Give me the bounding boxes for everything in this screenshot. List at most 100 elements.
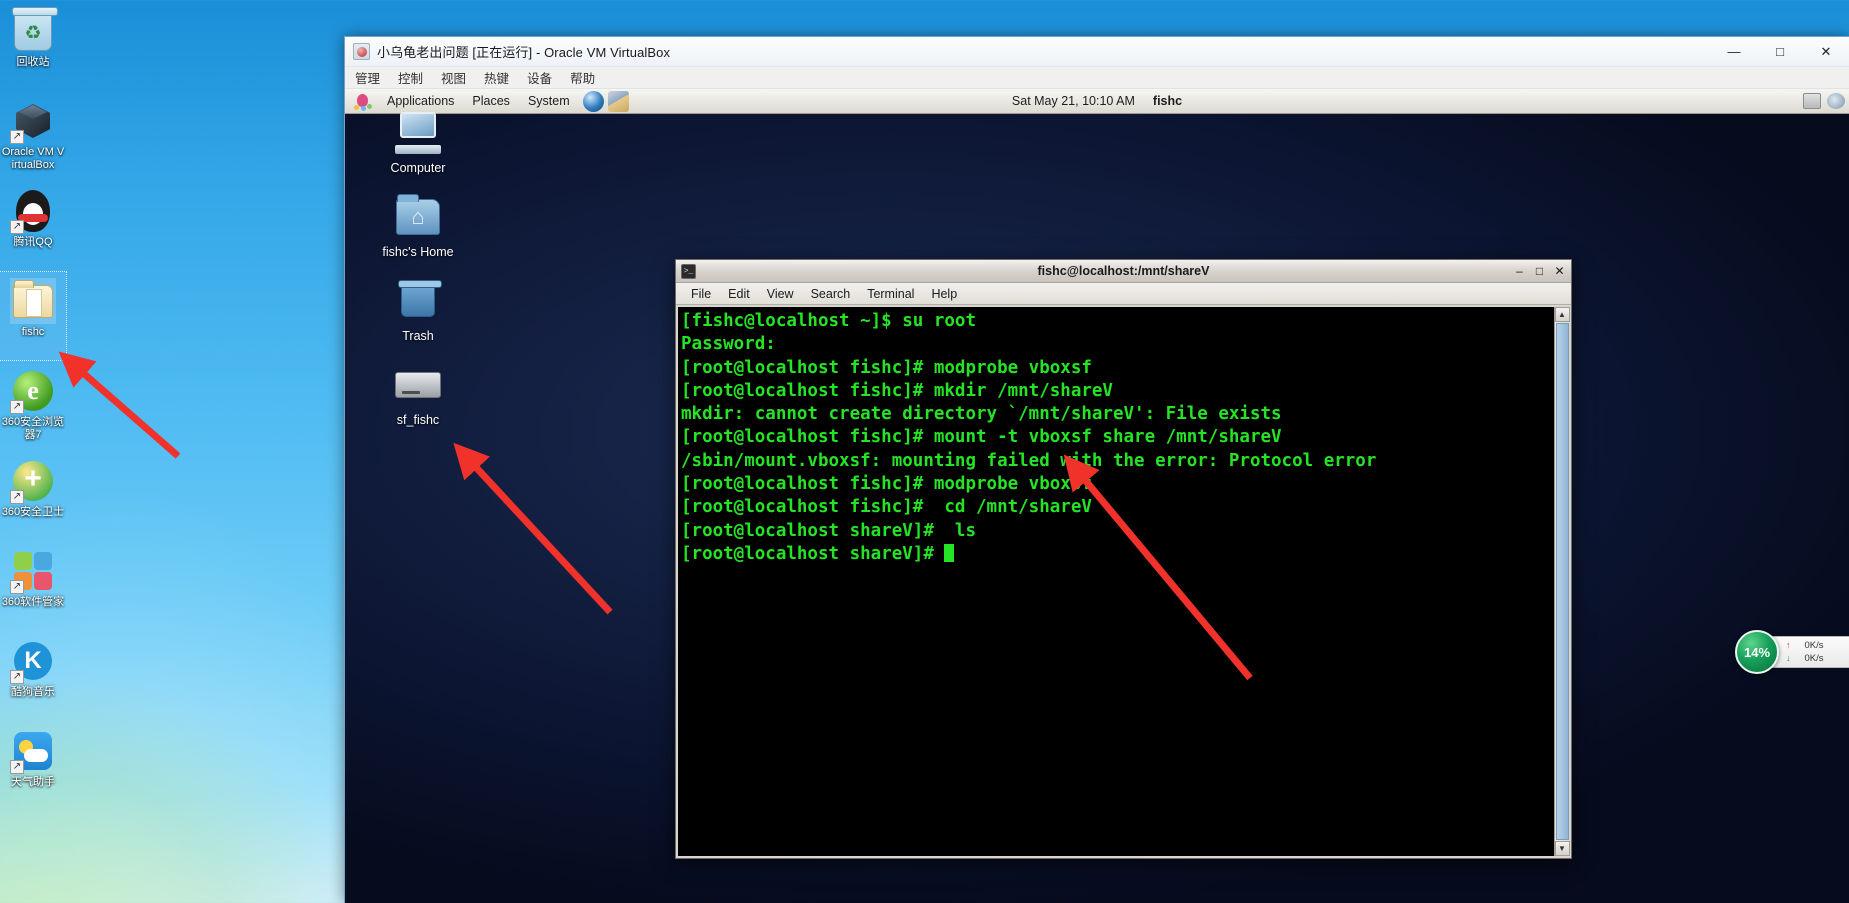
gnome-desktop-icons: Computer fishc's Home Trash sf_fishc — [363, 109, 483, 445]
host-desktop-icon-column: 回收站 ↗ Oracle VM VirtualBox ↗ 腾讯QQ fishc … — [0, 0, 67, 903]
desktop-icon-label: 天气助手 — [11, 776, 55, 788]
terminal-line: [root@localhost shareV]# ls — [681, 520, 977, 541]
terminal-window: >_ fishc@localhost:/mnt/shareV – □ ✕ Fil… — [675, 259, 1572, 859]
desktop-icon-kugou[interactable]: K ↗ 酷狗音乐 — [0, 632, 66, 720]
virtualbox-icon: ↗ — [10, 98, 56, 144]
terminal-line: [root@localhost shareV]# — [681, 543, 1554, 566]
upload-speed: 0K/s — [1804, 640, 1824, 651]
network-icon[interactable] — [1827, 93, 1845, 109]
menu-control[interactable]: 控制 — [398, 68, 423, 87]
scroll-down-arrow-icon[interactable]: ▼ — [1554, 841, 1570, 856]
terminal-close-button[interactable]: ✕ — [1551, 263, 1568, 279]
window-controls: — □ ✕ — [1711, 37, 1849, 67]
maximize-button[interactable]: □ — [1757, 37, 1803, 67]
desktop-icon-label: fishc — [21, 326, 45, 338]
gnome-icon-trash[interactable]: Trash — [363, 277, 473, 343]
terminal-maximize-button[interactable]: □ — [1531, 263, 1548, 279]
virtualbox-titlebar[interactable]: 小乌龟老出问题 [正在运行] - Oracle VM VirtualBox — … — [345, 37, 1849, 67]
cpu-usage-badge[interactable]: 14% — [1735, 630, 1779, 674]
terminal-line: [root@localhost fishc]# mkdir /mnt/share… — [681, 380, 1113, 401]
drive-icon — [392, 361, 444, 409]
desktop-icon-label: 360软件管家 — [1, 596, 65, 608]
close-button[interactable]: ✕ — [1803, 37, 1849, 67]
terminal-menu-terminal[interactable]: Terminal — [860, 284, 921, 304]
gnome-icon-home[interactable]: fishc's Home — [363, 193, 473, 259]
trash-icon — [392, 277, 444, 325]
download-speed: 0K/s — [1804, 653, 1824, 664]
guest-os-screen: Applications Places System Sat May 21, 1… — [345, 89, 1849, 903]
desktop-icon-360-browser[interactable]: e ↗ 360安全浏览器7 — [0, 362, 66, 450]
scroll-up-arrow-icon[interactable]: ▲ — [1554, 307, 1570, 322]
panel-tray — [1803, 93, 1845, 109]
terminal-line: [root@localhost fishc]# cd /mnt/shareV — [681, 497, 1092, 518]
desktop-icon-label: Oracle VM VirtualBox — [1, 146, 65, 171]
desktop-icon-virtualbox[interactable]: ↗ Oracle VM VirtualBox — [0, 92, 66, 180]
desktop-icon-label: 酷狗音乐 — [11, 686, 55, 698]
gnome-icon-label: Trash — [402, 329, 434, 343]
shortcut-arrow-icon: ↗ — [10, 400, 24, 414]
desktop-icon-fishc-folder[interactable]: fishc — [0, 271, 67, 361]
terminal-output[interactable]: [fishc@localhost ~]$ su root Password: [ro… — [678, 307, 1554, 856]
upload-arrow-icon: ↑ — [1786, 640, 1791, 650]
gnome-icon-sf-fishc[interactable]: sf_fishc — [363, 361, 473, 427]
desktop-icon-360-software[interactable]: ↗ 360软件管家 — [0, 542, 66, 630]
gnome-icon-label: sf_fishc — [396, 413, 440, 427]
terminal-line: /sbin/mount.vboxsf: mounting failed with… — [681, 450, 1377, 471]
desktop-icon-label: 360安全卫士 — [1, 506, 65, 518]
qq-penguin-icon: ↗ — [10, 188, 56, 234]
shortcut-arrow-icon: ↗ — [10, 130, 24, 144]
terminal-menu-edit[interactable]: Edit — [721, 284, 757, 304]
terminal-line: mkdir: cannot create directory `/mnt/sha… — [681, 404, 1282, 425]
terminal-line: [fishc@localhost ~]$ su root — [681, 311, 977, 331]
terminal-body[interactable]: [fishc@localhost ~]$ su root Password: [ro… — [676, 305, 1571, 858]
menu-devices[interactable]: 设备 — [527, 68, 552, 87]
folder-icon — [10, 278, 56, 324]
terminal-minimize-button[interactable]: – — [1511, 263, 1528, 279]
terminal-line: Password: — [681, 334, 776, 355]
terminal-menu-view[interactable]: View — [760, 284, 801, 304]
shortcut-arrow-icon: ↗ — [10, 490, 24, 504]
scrollbar-thumb[interactable] — [1555, 323, 1569, 840]
desktop-icon-label: 回收站 — [16, 56, 50, 68]
four-squares-icon: ↗ — [10, 548, 56, 594]
network-speed-rows: ↑ 0K/s ↓ 0K/s — [1786, 639, 1824, 665]
desktop-icon-recycle-bin[interactable]: 回收站 — [0, 2, 66, 90]
terminal-line: [root@localhost fishc]# modprobe vboxsf — [681, 357, 1092, 378]
gnome-menu-system[interactable]: System — [519, 89, 579, 114]
desktop-icon-label: 腾讯QQ — [13, 236, 53, 248]
shortcut-arrow-icon: ↗ — [10, 670, 24, 684]
terminal-line: [root@localhost fishc]# mount -t vboxsf … — [681, 427, 1282, 448]
menu-hotkeys[interactable]: 热键 — [484, 68, 509, 87]
virtualbox-menubar: 管理 控制 视图 热键 设备 帮助 — [345, 67, 1849, 89]
menu-view[interactable]: 视图 — [441, 68, 466, 87]
web-browser-icon[interactable] — [582, 90, 604, 112]
gnome-icon-computer[interactable]: Computer — [363, 109, 473, 175]
panel-username[interactable]: fishc — [1153, 94, 1182, 108]
terminal-menubar: File Edit View Search Terminal Help — [676, 283, 1571, 305]
desktop-icon-weather[interactable]: ↗ 天气助手 — [0, 722, 66, 810]
download-arrow-icon: ↓ — [1786, 653, 1791, 663]
minimize-button[interactable]: — — [1711, 37, 1757, 67]
terminal-window-controls: – □ ✕ — [1511, 263, 1568, 279]
network-speed-widget[interactable]: ↑ 0K/s ↓ 0K/s 14% — [1735, 630, 1849, 674]
terminal-titlebar[interactable]: >_ fishc@localhost:/mnt/shareV – □ ✕ — [676, 260, 1571, 283]
terminal-cursor — [944, 543, 955, 562]
clock-text[interactable]: Sat May 21, 10:10 AM — [1012, 94, 1135, 108]
file-manager-icon[interactable] — [607, 90, 629, 112]
terminal-menu-help[interactable]: Help — [924, 284, 964, 304]
weather-icon: ↗ — [10, 728, 56, 774]
annotation-arrow-fishc-folder — [58, 351, 181, 459]
display-icon[interactable] — [1803, 93, 1821, 109]
menu-manage[interactable]: 管理 — [355, 68, 380, 87]
desktop-icon-qq[interactable]: ↗ 腾讯QQ — [0, 182, 66, 270]
menu-help[interactable]: 帮助 — [570, 68, 595, 87]
terminal-menu-search[interactable]: Search — [804, 284, 858, 304]
gnome-icon-label: fishc's Home — [382, 245, 454, 259]
desktop-icon-360-safe[interactable]: ↗ 360安全卫士 — [0, 452, 66, 540]
shortcut-arrow-icon: ↗ — [10, 760, 24, 774]
terminal-menu-file[interactable]: File — [684, 284, 718, 304]
terminal-scrollbar[interactable]: ▲ ▼ — [1554, 307, 1570, 856]
gnome-top-panel: Applications Places System Sat May 21, 1… — [345, 89, 1849, 114]
terminal-window-title: fishc@localhost:/mnt/shareV — [1037, 264, 1210, 278]
browser-e-icon: e ↗ — [10, 368, 56, 414]
